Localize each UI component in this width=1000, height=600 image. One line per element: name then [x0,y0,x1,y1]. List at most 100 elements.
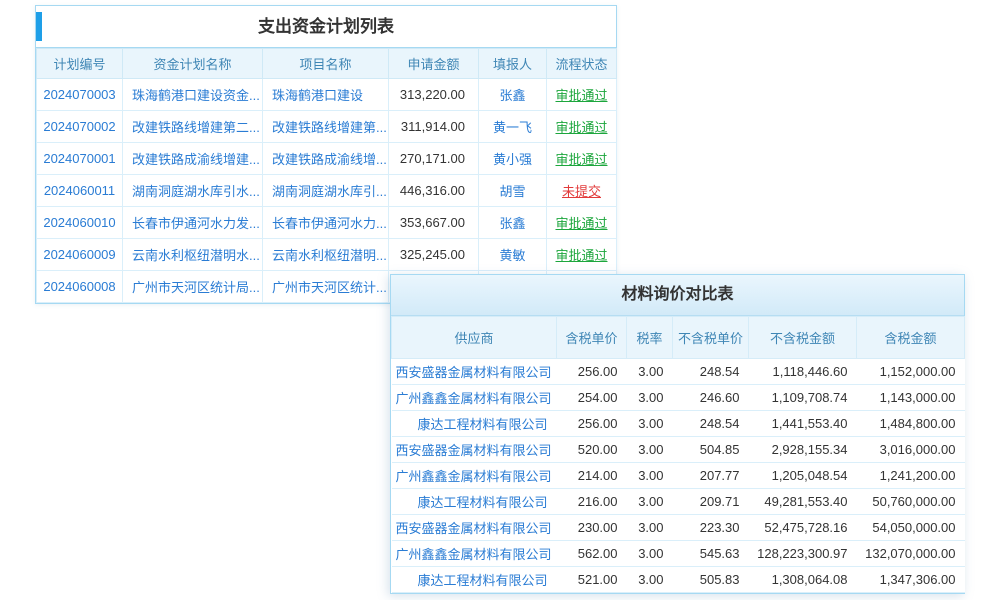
cell-supplier[interactable]: 康达工程材料有限公司 [392,567,557,593]
cell-fund-plan-name[interactable]: 改建铁路线增建第二... [123,111,263,143]
cell-status[interactable]: 审批通过 [547,143,617,175]
cell-filler[interactable]: 黄小强 [479,143,547,175]
cell-supplier[interactable]: 广州鑫鑫金属材料有限公司 [392,541,557,567]
cell-tax-incl-amount: 54,050,000.00 [857,515,965,541]
cell-tax-excl-price: 248.54 [673,359,749,385]
cell-status[interactable]: 未提交 [547,175,617,207]
cell-project-name[interactable]: 改建铁路成渝线增... [263,143,389,175]
table-row: 2024070003珠海鹤港口建设资金...珠海鹤港口建设313,220.00张… [37,79,617,111]
table-row: 2024060010长春市伊通河水力发...长春市伊通河水力...353,667… [37,207,617,239]
cell-supplier[interactable]: 西安盛器金属材料有限公司 [392,437,557,463]
cell-status[interactable]: 审批通过 [547,239,617,271]
cell-fund-plan-name[interactable]: 改建铁路成渝线增建... [123,143,263,175]
cell-plan-no[interactable]: 2024060011 [37,175,123,207]
cell-tax-incl-price: 521.00 [557,567,627,593]
cell-plan-no[interactable]: 2024060009 [37,239,123,271]
cell-fund-plan-name[interactable]: 广州市天河区统计局... [123,271,263,303]
expense-fund-plan-table: 计划编号资金计划名称项目名称申请金额填报人流程状态2024070003珠海鹤港口… [36,48,617,303]
table-row: 广州鑫鑫金属材料有限公司562.003.00545.63128,223,300.… [392,541,965,567]
cell-tax-excl-amount: 1,118,446.60 [749,359,857,385]
column-header-project-name: 项目名称 [263,49,389,79]
cell-fund-plan-name[interactable]: 长春市伊通河水力发... [123,207,263,239]
title-accent-bar [36,12,42,41]
cell-tax-rate: 3.00 [627,567,673,593]
cell-tax-incl-price: 256.00 [557,411,627,437]
cell-plan-no[interactable]: 2024070003 [37,79,123,111]
cell-filler[interactable]: 张鑫 [479,207,547,239]
cell-apply-amount: 311,914.00 [389,111,479,143]
expense-fund-plan-title-row: 支出资金计划列表 [36,6,616,48]
cell-tax-excl-amount: 49,281,553.40 [749,489,857,515]
cell-filler[interactable]: 黄敏 [479,239,547,271]
cell-tax-excl-price: 223.30 [673,515,749,541]
table-row: 康达工程材料有限公司216.003.00209.7149,281,553.405… [392,489,965,515]
cell-tax-incl-price: 216.00 [557,489,627,515]
cell-plan-no[interactable]: 2024060010 [37,207,123,239]
column-header-status: 流程状态 [547,49,617,79]
cell-supplier[interactable]: 康达工程材料有限公司 [392,489,557,515]
table-row: 西安盛器金属材料有限公司230.003.00223.3052,475,728.1… [392,515,965,541]
cell-filler[interactable]: 胡雪 [479,175,547,207]
expense-fund-plan-panel: 支出资金计划列表 计划编号资金计划名称项目名称申请金额填报人流程状态202407… [35,5,617,304]
cell-filler[interactable]: 黄一飞 [479,111,547,143]
cell-project-name[interactable]: 改建铁路线增建第... [263,111,389,143]
cell-project-name[interactable]: 广州市天河区统计... [263,271,389,303]
cell-apply-amount: 313,220.00 [389,79,479,111]
cell-tax-incl-amount: 3,016,000.00 [857,437,965,463]
cell-status[interactable]: 审批通过 [547,111,617,143]
cell-apply-amount: 446,316.00 [389,175,479,207]
header-row: 供应商含税单价税率不含税单价不含税金额含税金额 [392,317,965,359]
table-row: 2024070001改建铁路成渝线增建...改建铁路成渝线增...270,171… [37,143,617,175]
cell-plan-no[interactable]: 2024060008 [37,271,123,303]
cell-fund-plan-name[interactable]: 珠海鹤港口建设资金... [123,79,263,111]
column-header-tax-incl-amount: 含税金额 [857,317,965,359]
cell-supplier[interactable]: 西安盛器金属材料有限公司 [392,515,557,541]
cell-apply-amount: 353,667.00 [389,207,479,239]
table-row: 康达工程材料有限公司521.003.00505.831,308,064.081,… [392,567,965,593]
cell-plan-no[interactable]: 2024070002 [37,111,123,143]
cell-tax-excl-amount: 2,928,155.34 [749,437,857,463]
material-inquiry-panel: 材料询价对比表 供应商含税单价税率不含税单价不含税金额含税金额西安盛器金属材料有… [390,274,965,594]
table-row: 2024060009云南水利枢纽潜明水...云南水利枢纽潜明...325,245… [37,239,617,271]
cell-tax-excl-amount: 52,475,728.16 [749,515,857,541]
cell-tax-incl-price: 520.00 [557,437,627,463]
cell-project-name[interactable]: 珠海鹤港口建设 [263,79,389,111]
cell-status[interactable]: 审批通过 [547,207,617,239]
cell-supplier[interactable]: 康达工程材料有限公司 [392,411,557,437]
cell-tax-incl-price: 254.00 [557,385,627,411]
table-row: 广州鑫鑫金属材料有限公司214.003.00207.771,205,048.54… [392,463,965,489]
cell-project-name[interactable]: 湖南洞庭湖水库引... [263,175,389,207]
cell-plan-no[interactable]: 2024070001 [37,143,123,175]
cell-tax-excl-price: 207.77 [673,463,749,489]
cell-tax-rate: 3.00 [627,437,673,463]
cell-status[interactable]: 审批通过 [547,79,617,111]
cell-tax-excl-price: 248.54 [673,411,749,437]
cell-tax-rate: 3.00 [627,489,673,515]
column-header-apply-amount: 申请金额 [389,49,479,79]
cell-project-name[interactable]: 云南水利枢纽潜明... [263,239,389,271]
cell-tax-excl-price: 505.83 [673,567,749,593]
column-header-tax-excl-price: 不含税单价 [673,317,749,359]
cell-fund-plan-name[interactable]: 云南水利枢纽潜明水... [123,239,263,271]
cell-supplier[interactable]: 西安盛器金属材料有限公司 [392,359,557,385]
cell-supplier[interactable]: 广州鑫鑫金属材料有限公司 [392,385,557,411]
column-header-tax-excl-amount: 不含税金额 [749,317,857,359]
expense-fund-plan-title: 支出资金计划列表 [258,17,394,36]
cell-supplier[interactable]: 广州鑫鑫金属材料有限公司 [392,463,557,489]
cell-tax-excl-price: 545.63 [673,541,749,567]
cell-tax-incl-price: 562.00 [557,541,627,567]
cell-tax-excl-price: 209.71 [673,489,749,515]
cell-filler[interactable]: 张鑫 [479,79,547,111]
cell-tax-incl-amount: 1,484,800.00 [857,411,965,437]
cell-project-name[interactable]: 长春市伊通河水力... [263,207,389,239]
material-inquiry-title: 材料询价对比表 [621,286,733,303]
cell-tax-excl-amount: 1,109,708.74 [749,385,857,411]
cell-tax-excl-price: 246.60 [673,385,749,411]
cell-fund-plan-name[interactable]: 湖南洞庭湖水库引水... [123,175,263,207]
cell-tax-excl-price: 504.85 [673,437,749,463]
table-row: 康达工程材料有限公司256.003.00248.541,441,553.401,… [392,411,965,437]
cell-tax-rate: 3.00 [627,515,673,541]
column-header-plan-no: 计划编号 [37,49,123,79]
cell-tax-rate: 3.00 [627,411,673,437]
cell-apply-amount: 270,171.00 [389,143,479,175]
